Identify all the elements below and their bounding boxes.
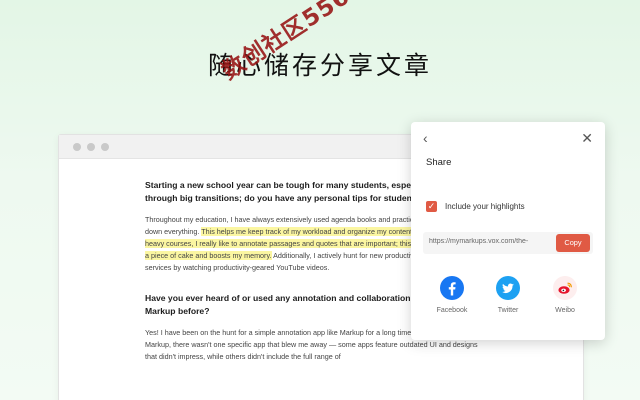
window-dot-minimize[interactable] bbox=[87, 142, 95, 151]
share-url-field[interactable]: https://mymarkups.vox.com/the- Copy bbox=[423, 232, 593, 254]
include-highlights-row[interactable]: ✓ Include your highlights bbox=[426, 201, 525, 212]
facebook-label: Facebook bbox=[436, 307, 468, 314]
share-weibo[interactable]: Weibo bbox=[540, 276, 590, 314]
share-facebook[interactable]: Facebook bbox=[427, 276, 477, 314]
facebook-icon[interactable] bbox=[440, 276, 464, 300]
twitter-label: Twitter bbox=[497, 307, 519, 314]
back-arrow-icon[interactable]: ‹ bbox=[423, 130, 428, 146]
close-icon[interactable]: ✕ bbox=[581, 130, 593, 147]
share-panel: ‹ ✕ Share ✓ Include your highlights http… bbox=[411, 122, 605, 340]
weibo-label: Weibo bbox=[555, 307, 575, 314]
window-dot-maximize[interactable] bbox=[101, 142, 109, 151]
share-title: Share bbox=[426, 157, 452, 168]
highlight-1[interactable]: This helps me keep track of my workload … bbox=[201, 227, 434, 236]
share-twitter[interactable]: Twitter bbox=[483, 276, 533, 314]
twitter-icon[interactable] bbox=[496, 276, 520, 300]
share-url-text[interactable]: https://mymarkups.vox.com/the- bbox=[429, 238, 553, 245]
copy-button[interactable]: Copy bbox=[556, 234, 590, 252]
include-highlights-label: Include your highlights bbox=[445, 202, 525, 211]
weibo-icon[interactable] bbox=[553, 276, 577, 300]
headline: 随心储存分享文章 bbox=[207, 51, 432, 80]
window-dot-close[interactable] bbox=[73, 142, 81, 151]
include-highlights-checkbox[interactable]: ✓ bbox=[426, 201, 437, 212]
